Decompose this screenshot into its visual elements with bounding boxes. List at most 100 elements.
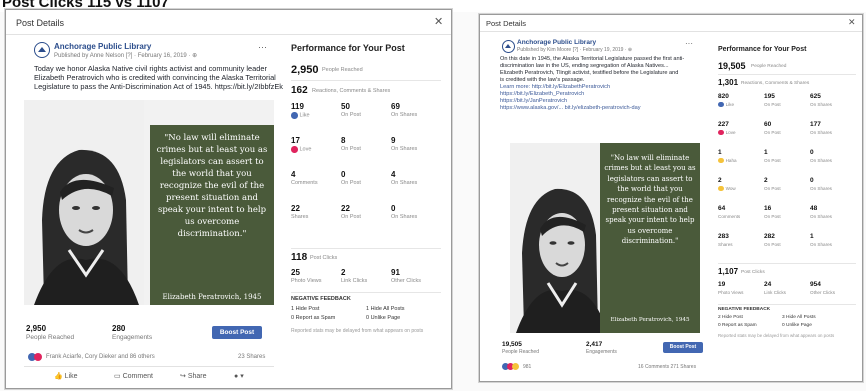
perf-metric-label-text: On Post xyxy=(764,129,781,135)
perf-metric-value: 1 xyxy=(810,233,814,240)
post-link[interactable]: Learn more: http://bit.ly/ElizabethPerat… xyxy=(500,84,705,91)
perf-metric-label: On Post xyxy=(764,186,781,191)
reaction-icon xyxy=(718,129,724,136)
negative-feedback-item: 0 Report as Spam xyxy=(291,315,336,321)
perf-metric-label: On Post xyxy=(764,214,781,219)
audience-selector[interactable]: ● ▾ xyxy=(234,372,244,380)
more-icon[interactable]: ··· xyxy=(685,39,693,48)
like-button[interactable]: 👍 Like xyxy=(54,372,78,380)
perf-metric-label-text: Like xyxy=(299,112,310,119)
post-text: Today we honor Alaska Native civil right… xyxy=(34,64,283,91)
perf-metric-label: On Shares xyxy=(810,214,832,219)
like-label: Like xyxy=(64,373,78,380)
perf-metric-value: 64 xyxy=(718,205,726,212)
people-reached-value: 19,505 xyxy=(502,341,522,348)
share-button[interactable]: ↪ Share xyxy=(180,372,207,380)
page-name[interactable]: Anchorage Public Library xyxy=(54,42,151,51)
perf-metric-label: On Shares xyxy=(391,112,417,118)
perf-metric-label-text: Comments xyxy=(291,180,318,186)
perf-metric-value: 2 xyxy=(718,177,722,184)
share-label: Share xyxy=(187,373,207,380)
perf-metric-label: Shares xyxy=(718,242,733,247)
people-reached-label: People Reached xyxy=(502,349,539,355)
engagements-label: Engagements xyxy=(112,334,153,341)
perf-metric-value: 227 xyxy=(718,121,729,128)
perf-metric-label: On Post xyxy=(341,146,361,152)
perf-metric-label: On Shares xyxy=(391,146,417,152)
negative-feedback-title: NEGATIVE FEEDBACK xyxy=(718,307,771,312)
post-line: Elizabeth Peratrovich who is credited wi… xyxy=(34,73,276,82)
perf-metric-label-text: On Post xyxy=(764,241,781,247)
thumbs-up-icon: 👍 xyxy=(54,373,63,380)
perf-metric-label: Other Clicks xyxy=(810,290,835,295)
boost-post-button[interactable]: Boost Post xyxy=(663,342,703,353)
chevron-down-icon: ▾ xyxy=(240,373,244,380)
post-link[interactable]: https://bit.ly/JanPeratrovich xyxy=(500,98,705,105)
perf-reactions-label: Reactions, Comments & Shares xyxy=(741,81,810,86)
perf-metric-value: 22 xyxy=(341,204,350,213)
post-link[interactable]: https://www.alaska.gov/... bit.ly/elizab… xyxy=(500,105,705,112)
close-icon[interactable]: ✕ xyxy=(434,15,443,28)
perf-metric-label-text: Love xyxy=(299,146,312,153)
post-image[interactable]: "No law will eliminate crimes but at lea… xyxy=(24,100,274,305)
actions-divider xyxy=(24,366,274,367)
post-line: discrimination law in the US, ending seg… xyxy=(500,63,669,69)
perf-people-reached-label: People Reached xyxy=(322,67,363,73)
perf-metric-label-text: Link Clicks xyxy=(764,289,786,295)
perf-metric-label-text: On Post xyxy=(764,157,781,163)
perf-metric-label: Wow xyxy=(718,185,736,192)
close-icon[interactable]: ✕ xyxy=(848,17,856,28)
reaction-icon xyxy=(718,157,724,164)
perf-metric-label: On Shares xyxy=(810,102,832,107)
perf-metric-label: On Shares xyxy=(810,242,832,247)
page-logo[interactable] xyxy=(34,42,50,58)
perf-metric-value: 48 xyxy=(810,205,818,212)
post-details-modal-left: Post Details ✕ Anchorage Public Library … xyxy=(5,9,452,389)
perf-metric-label-text: Photo Views xyxy=(291,278,322,284)
perf-metric-label: On Post xyxy=(764,102,781,107)
perf-metric-value: 4 xyxy=(391,170,396,179)
perf-divider xyxy=(718,263,856,264)
comment-button[interactable]: ▭ Comment xyxy=(114,372,153,380)
perf-metric-value: 177 xyxy=(810,121,821,128)
reactors-summary[interactable]: Frank Aciarfe, Cory Dieker and 86 others xyxy=(46,354,155,360)
perf-metric-label: Like xyxy=(291,112,310,119)
page-name[interactable]: Anchorage Public Library xyxy=(517,39,596,46)
perf-metric-label-text: Love xyxy=(725,129,736,135)
post-image[interactable]: "No law will eliminate crimes but at lea… xyxy=(510,143,700,333)
reactors-summary[interactable]: 981 xyxy=(523,364,531,370)
perf-metric-value: 25 xyxy=(291,268,300,277)
perf-metric-label-text: On Shares xyxy=(391,214,418,220)
perf-clicks-value: 1,107 xyxy=(718,267,739,276)
page-logo[interactable] xyxy=(502,40,515,53)
post-link[interactable]: https://bit.ly/Elizabeth_Peratrovich xyxy=(500,91,705,98)
perf-metric-value: 2 xyxy=(764,177,768,184)
haha-reaction-icon xyxy=(512,363,519,370)
more-icon[interactable]: ··· xyxy=(258,42,267,52)
perf-metric-label: On Post xyxy=(764,130,781,135)
boost-post-button[interactable]: Boost Post xyxy=(212,326,262,339)
perf-metric-label-text: On Shares xyxy=(810,241,832,247)
love-reaction-icon xyxy=(34,353,42,361)
perf-metric-label: Shares xyxy=(291,214,308,220)
perf-metric-label-text: Shares xyxy=(291,214,309,220)
perf-reactions-value: 162 xyxy=(291,85,308,96)
perf-metric-label: Love xyxy=(718,129,736,136)
perf-metric-label-text: On Post xyxy=(341,146,361,152)
shares-count[interactable]: 16 Comments 271 Shares xyxy=(638,364,696,370)
quote-text: "No law will eliminate crimes but at lea… xyxy=(156,133,268,239)
perf-metric-label: On Post xyxy=(764,242,781,247)
perf-metric-label: On Post xyxy=(764,158,781,163)
shares-count[interactable]: 23 Shares xyxy=(238,354,265,360)
reaction-icon xyxy=(291,112,298,119)
stats-delay-note: Reported stats may be delayed from what … xyxy=(291,328,424,334)
perf-metric-label-text: On Post xyxy=(764,213,781,219)
perf-metric-label-text: Shares xyxy=(718,241,733,247)
negative-feedback-item: 1 Hide All Posts xyxy=(366,306,405,312)
perf-metric-value: 22 xyxy=(291,204,300,213)
perf-metric-label-text: Like xyxy=(725,101,735,107)
perf-metric-label: On Post xyxy=(341,180,361,186)
negative-feedback-title: NEGATIVE FEEDBACK xyxy=(291,296,351,302)
perf-clicks-value: 118 xyxy=(291,252,308,263)
perf-reactions-label: Reactions, Comments & Shares xyxy=(312,88,391,94)
